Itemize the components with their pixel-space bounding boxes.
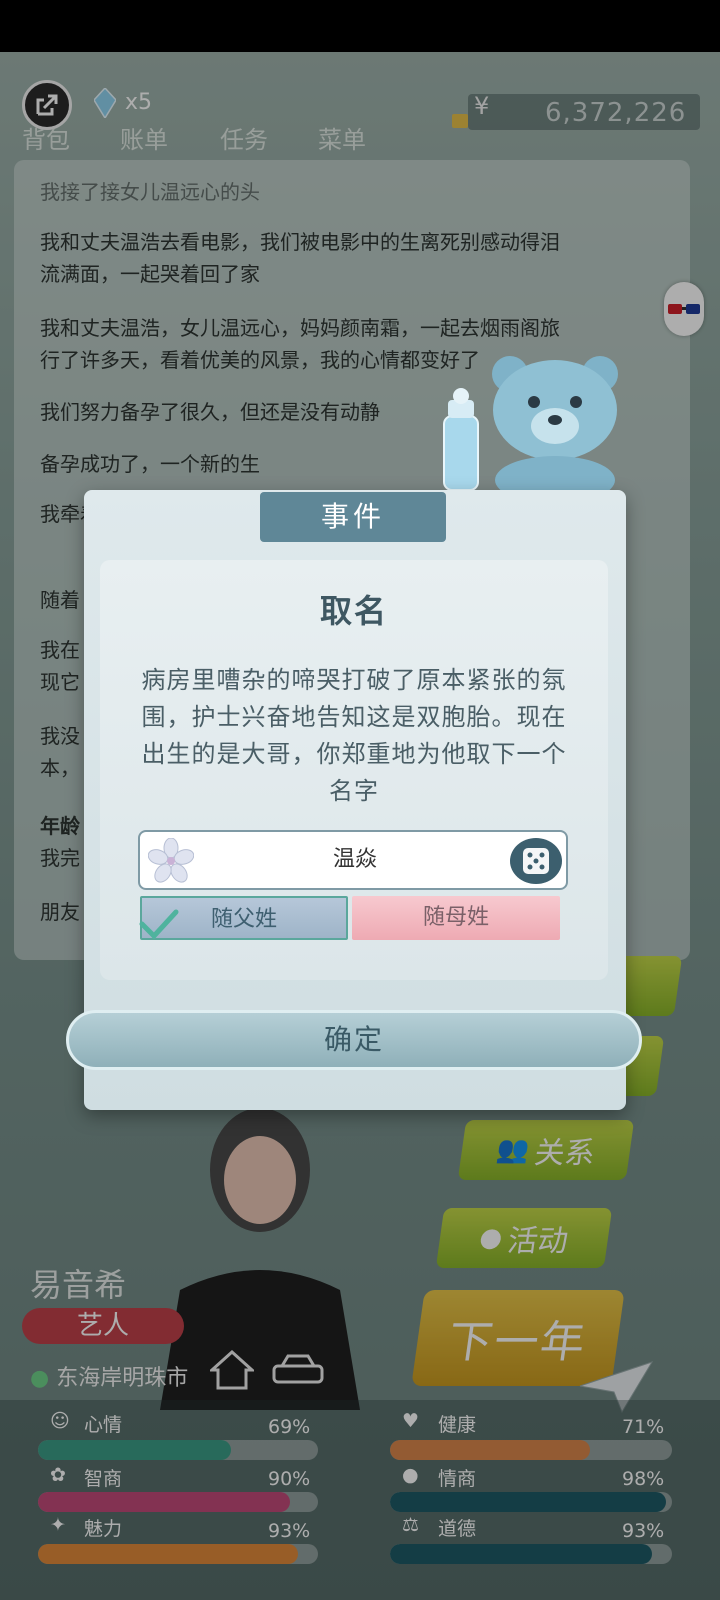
teddy-bear-icon xyxy=(492,356,618,490)
dialog-title: 取名 xyxy=(319,592,388,630)
confirm-button[interactable]: 确定 xyxy=(66,1010,642,1070)
name-value: 温焱 xyxy=(332,847,377,872)
checkmark-icon xyxy=(139,909,179,940)
mother-surname-button[interactable]: 随母姓 xyxy=(352,896,560,940)
dice-icon xyxy=(523,848,549,874)
dialog-header: 事件 xyxy=(260,492,446,542)
status-bar xyxy=(0,0,720,52)
name-input[interactable]: 温焱 xyxy=(138,830,568,890)
dialog-description: 病房里嘈杂的啼哭打破了原本紧张的氛围，护士兴奋地告知这是双胞胎。现在出生的是大哥… xyxy=(141,666,567,805)
random-name-button[interactable] xyxy=(510,838,562,884)
